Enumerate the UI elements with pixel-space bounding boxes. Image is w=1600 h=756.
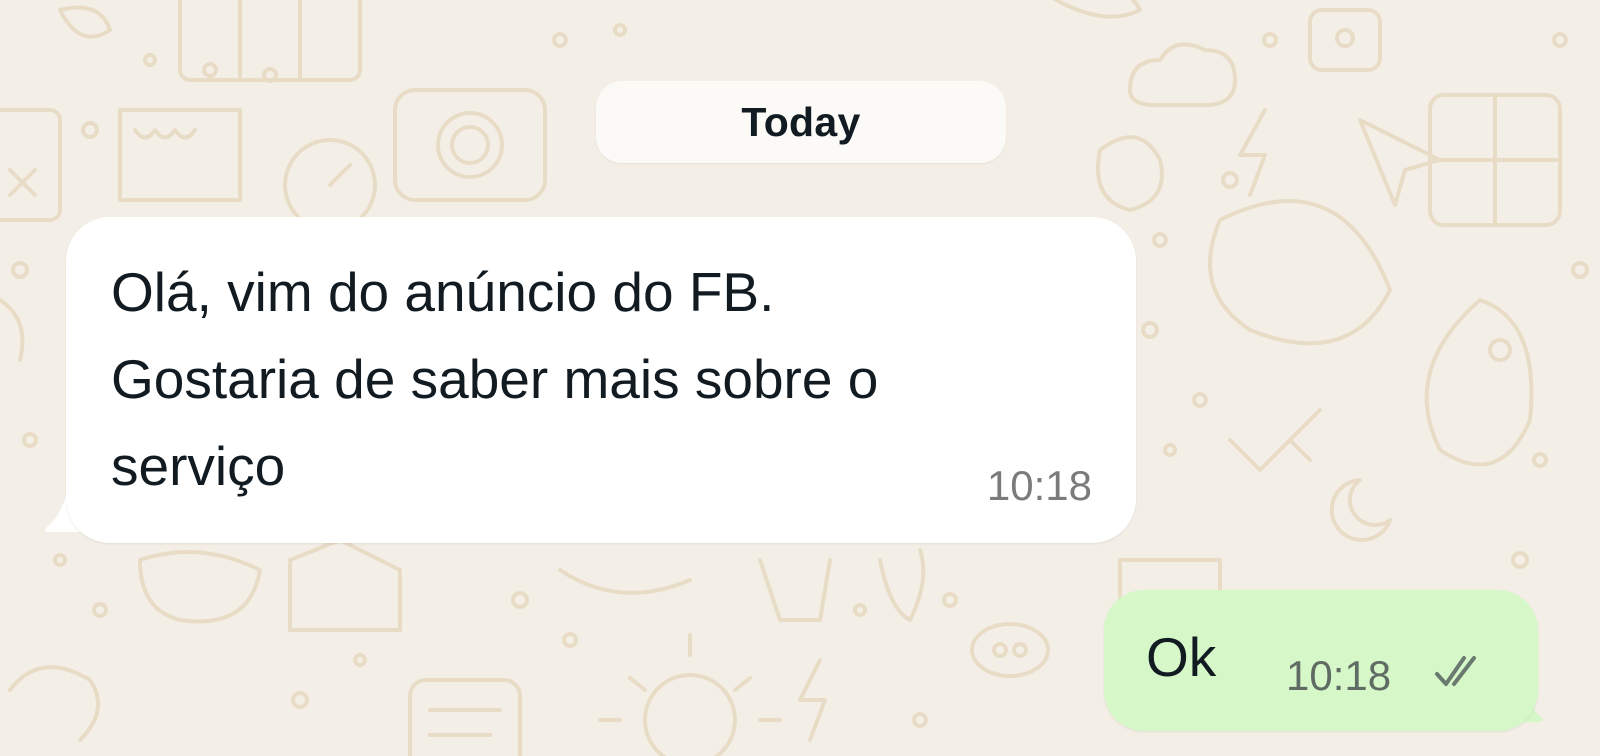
outgoing-message-bubble[interactable]: Ok 10:18 (1104, 590, 1538, 731)
date-separator-label: Today (741, 98, 861, 145)
double-check-icon (1435, 656, 1476, 686)
message-timestamp: 10:18 (1286, 652, 1392, 699)
message-timestamp: 10:18 (986, 462, 1092, 509)
message-text: Ok (1146, 626, 1217, 688)
date-separator: Today (596, 81, 1006, 163)
message-text: Olá, vim do anúncio do FB. Gostaria de s… (111, 261, 879, 497)
incoming-message-bubble[interactable]: Olá, vim do anúncio do FB. Gostaria de s… (66, 217, 1136, 543)
